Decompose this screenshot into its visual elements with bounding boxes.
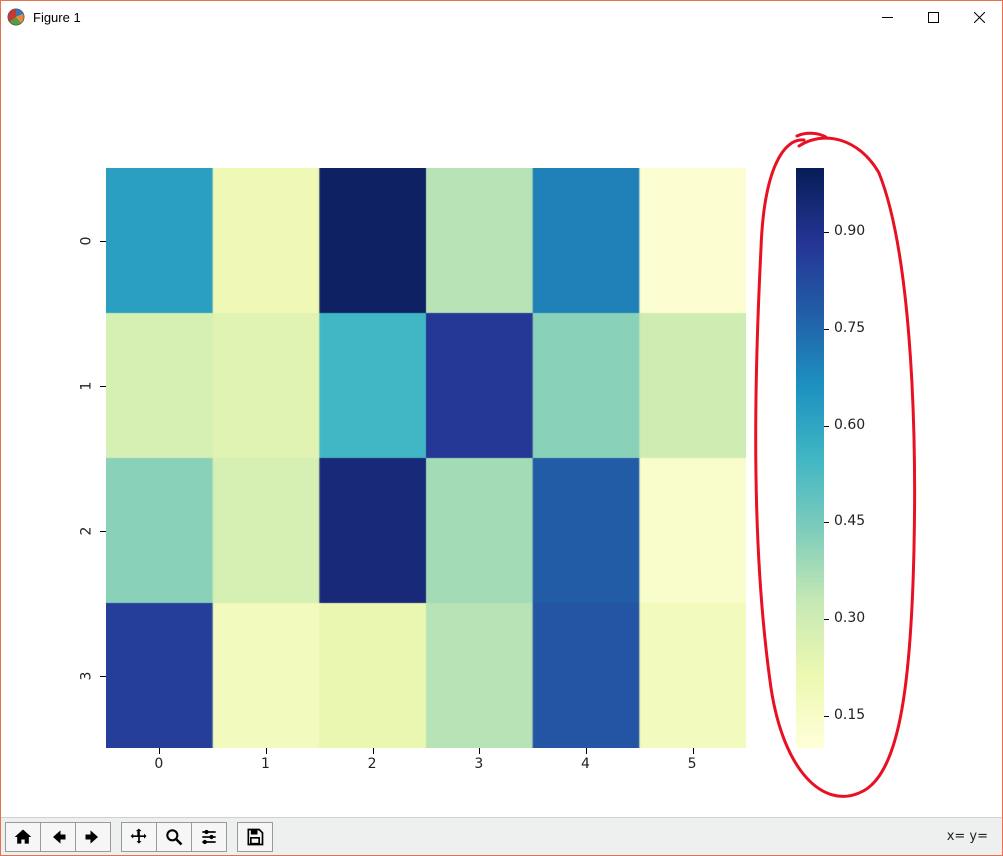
forward-button[interactable] [75, 822, 111, 852]
colorbar-tick-label: 0.75 [834, 320, 865, 336]
nav-toolbar: x= y= [1, 817, 1002, 855]
colorbar-tick-label: 0.90 [834, 223, 865, 239]
pan-button[interactable] [121, 822, 157, 852]
plot-canvas-area[interactable]: 0123 012345 0.150.300.450.600.750.90 [1, 33, 1002, 817]
status-coords: x= y= [947, 829, 998, 844]
window-controls [864, 1, 1002, 33]
y-tick-label: 3 [78, 671, 94, 680]
colorbar: 0.150.300.450.600.750.90 [796, 168, 824, 748]
colorbar-tick-label: 0.60 [834, 417, 865, 433]
zoom-button[interactable] [156, 822, 192, 852]
maximize-button[interactable] [910, 1, 956, 33]
home-button[interactable] [5, 822, 41, 852]
matplotlib-icon [7, 8, 25, 26]
figure-window: Figure 1 0123 012345 0.150.300.450.600.7… [0, 0, 1003, 856]
heatmap-axes: 0123 012345 [106, 168, 746, 748]
x-tick-label: 0 [154, 756, 163, 772]
titlebar: Figure 1 [1, 1, 1002, 33]
y-tick-label: 1 [78, 381, 94, 390]
heatmap-cells [106, 168, 746, 748]
colorbar-gradient [796, 168, 824, 748]
colorbar-tick-label: 0.45 [834, 513, 865, 529]
y-tick-label: 0 [78, 236, 94, 245]
x-tick-label: 1 [261, 756, 270, 772]
x-tick-label: 4 [581, 756, 590, 772]
minimize-button[interactable] [864, 1, 910, 33]
save-button[interactable] [237, 822, 273, 852]
close-button[interactable] [956, 1, 1002, 33]
colorbar-tick-label: 0.30 [834, 610, 865, 626]
x-tick-label: 3 [474, 756, 483, 772]
y-tick-label: 2 [78, 526, 94, 535]
x-tick-label: 2 [368, 756, 377, 772]
back-button[interactable] [40, 822, 76, 852]
configure-subplots-button[interactable] [191, 822, 227, 852]
window-title: Figure 1 [33, 10, 81, 25]
x-tick-label: 5 [688, 756, 697, 772]
colorbar-tick-label: 0.15 [834, 707, 865, 723]
